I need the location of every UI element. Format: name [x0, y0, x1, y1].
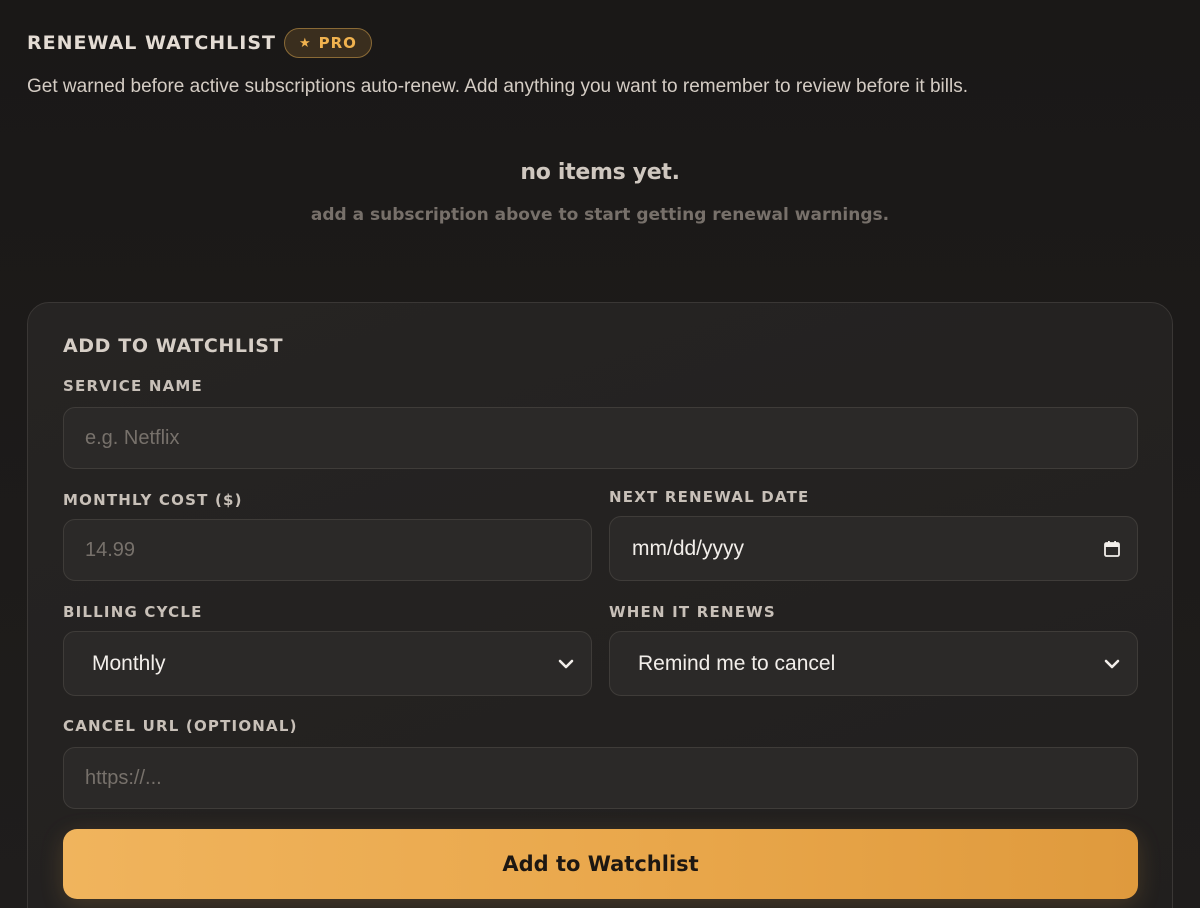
pro-badge: ★ PRO — [283, 28, 372, 58]
renewal-watchlist-page: RENEWAL WATCHLIST ★ PRO Get warned befor… — [0, 0, 1200, 908]
monthly-cost-label: MONTHLY COST ($) — [63, 491, 243, 509]
when-renews-select[interactable]: Remind me to cancel — [609, 631, 1138, 696]
chevron-down-icon — [1100, 652, 1124, 676]
cancel-url-label: CANCEL URL (OPTIONAL) — [63, 717, 298, 735]
add-to-watchlist-card: ADD TO WATCHLIST SERVICE NAME MONTHLY CO… — [27, 302, 1173, 908]
cancel-url-input[interactable] — [63, 747, 1138, 809]
empty-state: no items yet. add a subscription above t… — [27, 160, 1173, 225]
monthly-cost-group: MONTHLY COST ($) — [63, 491, 592, 581]
page-subtitle: Get warned before active subscriptions a… — [27, 76, 968, 97]
service-name-label: SERVICE NAME — [63, 377, 204, 395]
billing-cycle-select[interactable]: Monthly — [63, 631, 592, 696]
when-renews-label: WHEN IT RENEWS — [609, 603, 776, 621]
billing-cycle-value: Monthly — [92, 651, 166, 675]
when-renews-value: Remind me to cancel — [638, 651, 836, 675]
empty-state-hint: add a subscription above to start gettin… — [310, 205, 890, 225]
chevron-down-icon — [554, 652, 578, 676]
cancel-url-group: CANCEL URL (OPTIONAL) — [63, 717, 1138, 809]
service-name-input[interactable] — [63, 407, 1138, 469]
service-name-group: SERVICE NAME — [63, 377, 1138, 469]
pro-badge-label: PRO — [318, 34, 357, 52]
next-renewal-group: NEXT RENEWAL DATE mm/dd/yyyy — [609, 488, 1138, 581]
date-value: mm/dd/yyyy — [632, 536, 745, 560]
add-to-watchlist-button[interactable]: Add to Watchlist — [63, 829, 1138, 899]
star-icon: ★ — [298, 35, 312, 51]
when-renews-group: WHEN IT RENEWS Remind me to cancel — [609, 603, 1138, 696]
billing-cycle-label: BILLING CYCLE — [63, 603, 203, 621]
card-title: ADD TO WATCHLIST — [63, 335, 284, 357]
page-title: RENEWAL WATCHLIST — [27, 32, 276, 54]
next-renewal-date-input[interactable]: mm/dd/yyyy — [609, 516, 1138, 581]
next-renewal-label: NEXT RENEWAL DATE — [609, 488, 810, 506]
billing-cycle-group: BILLING CYCLE Monthly — [63, 603, 592, 696]
page-header: RENEWAL WATCHLIST ★ PRO — [27, 0, 1173, 58]
empty-state-title: no items yet. — [520, 160, 680, 185]
calendar-icon[interactable] — [1100, 537, 1124, 561]
monthly-cost-input[interactable] — [63, 519, 592, 581]
